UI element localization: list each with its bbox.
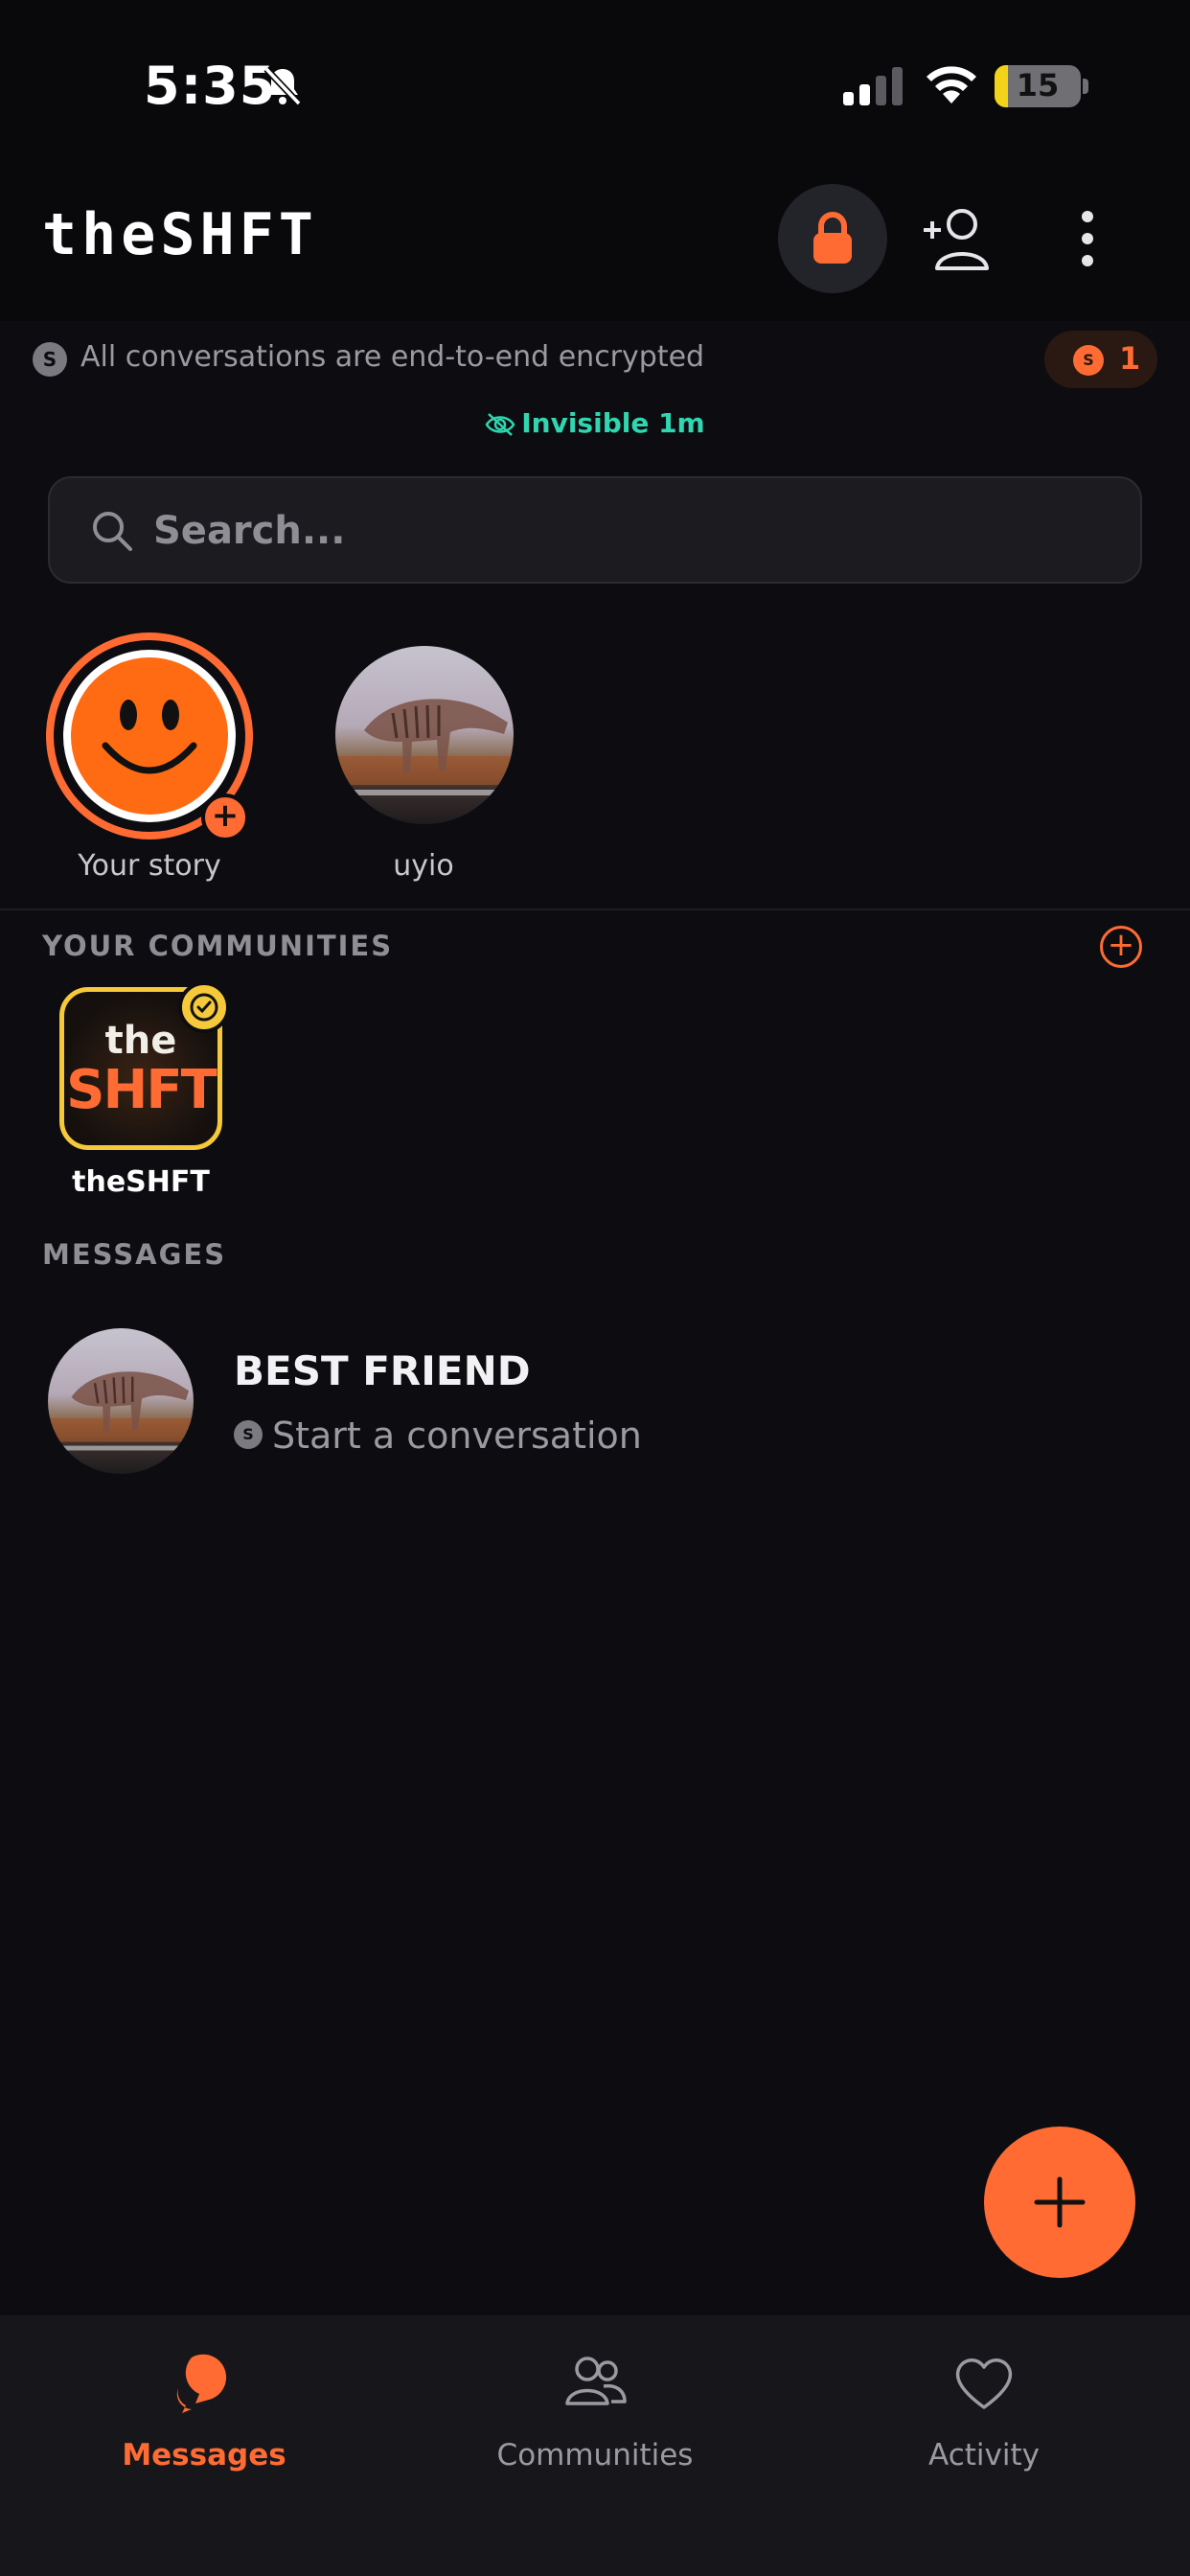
add-community-button[interactable]: +: [1100, 926, 1142, 968]
coin-count: 1: [1119, 340, 1141, 377]
shft-badge: S: [33, 342, 67, 377]
lock-icon: [813, 212, 852, 264]
shft-badge: S: [234, 1420, 263, 1449]
search-bar[interactable]: [48, 476, 1142, 584]
my-story-avatar: [63, 650, 236, 822]
divider: [0, 908, 1190, 910]
community-name: theSHFT: [72, 1165, 210, 1199]
coin-icon: S: [1073, 345, 1104, 376]
bottom-navigation: Messages Communities Activity: [0, 2315, 1190, 2576]
status-time: 5:35: [144, 56, 277, 116]
conversation-avatar: [48, 1328, 194, 1474]
tab-communities[interactable]: Communities: [451, 2350, 739, 2494]
app-title: theSHFT: [42, 201, 318, 268]
tab-label: Messages: [122, 2438, 286, 2472]
add-user-icon[interactable]: [920, 205, 996, 272]
presence-status[interactable]: Invisible 1m: [0, 407, 1190, 439]
presence-text: Invisible 1m: [521, 407, 705, 439]
bell-off-icon: [263, 66, 302, 106]
chat-bubbles-icon: [176, 2354, 227, 2413]
battery-tip: [1083, 79, 1088, 94]
search-icon: [93, 512, 132, 551]
lock-button[interactable]: [778, 184, 887, 293]
verified-check-icon: [178, 981, 230, 1033]
tab-label: Activity: [928, 2438, 1040, 2472]
cellular-signal-icon: [843, 67, 903, 105]
status-bar: 5:35 15: [0, 0, 1190, 163]
heart-icon: [955, 2358, 1013, 2409]
story-avatar: [335, 646, 514, 824]
conversation-preview: Start a conversation: [272, 1414, 642, 1457]
tab-activity[interactable]: Activity: [840, 2350, 1128, 2494]
coin-balance[interactable]: S 1: [1044, 331, 1157, 388]
eye-off-icon: [485, 413, 515, 436]
more-options-icon[interactable]: [1064, 205, 1111, 272]
people-icon: [565, 2357, 627, 2405]
conversation-name: BEST FRIEND: [234, 1347, 531, 1394]
my-story[interactable]: + Your story: [38, 632, 259, 891]
communities-section-title: YOUR COMMUNITIES: [42, 930, 394, 962]
tab-label: Communities: [496, 2438, 694, 2472]
add-story-button[interactable]: +: [201, 794, 249, 841]
messages-section-title: MESSAGES: [42, 1238, 227, 1271]
battery-indicator: 15: [995, 65, 1081, 107]
search-input[interactable]: [153, 497, 1111, 564]
battery-percent: 15: [1016, 67, 1060, 104]
new-message-button[interactable]: [984, 2127, 1135, 2278]
encryption-notice: S All conversations are end-to-end encry…: [0, 321, 1190, 398]
conversation-row[interactable]: BEST FRIEND S Start a conversation: [0, 1315, 1190, 1487]
smiley-avatar-icon: [71, 657, 228, 815]
tab-messages[interactable]: Messages: [60, 2350, 348, 2494]
app-header: theSHFT: [0, 163, 1190, 321]
plus-icon: [1034, 2176, 1086, 2228]
story-label: uyio: [393, 849, 454, 883]
encryption-text: All conversations are end-to-end encrypt…: [80, 340, 705, 374]
story-item[interactable]: uyio: [313, 632, 534, 891]
story-label: Your story: [78, 849, 221, 883]
community-logo-bottom: SHFT: [66, 1059, 217, 1121]
wifi-icon: [927, 66, 976, 104]
